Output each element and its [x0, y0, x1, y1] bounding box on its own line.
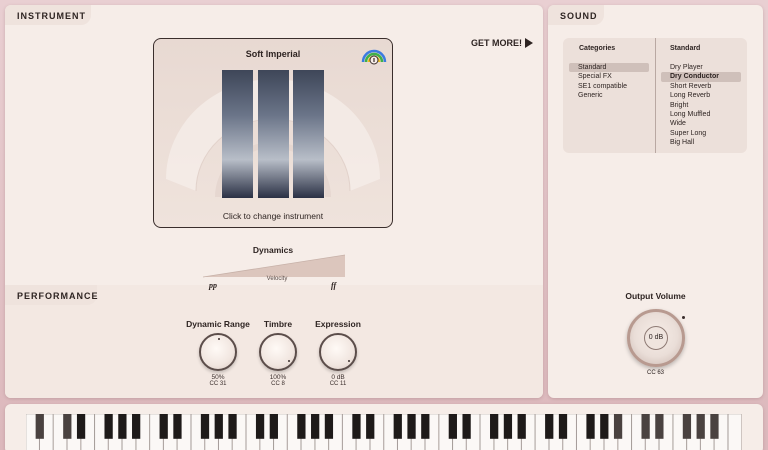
preset-item[interactable]: Short Reverb — [661, 82, 741, 91]
preset-item[interactable]: Long Reverb — [661, 91, 741, 100]
expression-title: Expression — [315, 319, 361, 329]
column-divider — [655, 38, 656, 153]
black-key[interactable] — [710, 414, 719, 439]
black-key[interactable] — [407, 414, 416, 439]
black-key[interactable] — [641, 414, 650, 439]
black-key[interactable] — [200, 414, 210, 439]
preset-list: Dry Player Dry Conductor Short Reverb Long … — [661, 63, 741, 148]
expression-value: 0 dB — [331, 374, 345, 381]
black-key[interactable] — [159, 414, 168, 439]
preset-item[interactable]: Wide — [661, 119, 741, 128]
black-key[interactable] — [118, 414, 127, 439]
instrument-image-panel — [222, 70, 253, 198]
black-key[interactable] — [586, 414, 595, 439]
black-key[interactable] — [490, 414, 499, 439]
instrument-panel: INSTRUMENT GET MORE! Soft Imperial Click… — [5, 5, 543, 398]
black-key[interactable] — [63, 414, 72, 439]
tab-sound[interactable]: SOUND — [548, 5, 604, 25]
black-key[interactable] — [600, 414, 609, 439]
black-key[interactable] — [173, 414, 182, 439]
preset-item[interactable]: Long Muffled — [661, 110, 741, 119]
expression-knob[interactable] — [319, 333, 357, 371]
output-volume-indicator — [682, 316, 685, 319]
black-key[interactable] — [545, 414, 554, 439]
category-item[interactable]: Special FX — [569, 72, 649, 81]
preset-browser: Categories Standard Standard Special FX SE… — [563, 38, 747, 153]
rainbow-info-icon[interactable] — [361, 44, 387, 66]
instrument-selector[interactable]: Soft Imperial Click to change instrument — [153, 38, 393, 228]
black-key[interactable] — [324, 414, 334, 439]
category-item[interactable]: Generic — [569, 91, 649, 100]
output-volume-value: 0 dB — [644, 326, 668, 350]
black-key[interactable] — [517, 414, 526, 439]
black-key[interactable] — [613, 414, 623, 439]
black-key[interactable] — [228, 414, 237, 439]
sound-panel: SOUND Categories Standard Standard Specia… — [548, 5, 763, 398]
white-key[interactable] — [728, 414, 742, 450]
black-key[interactable] — [352, 414, 361, 439]
black-key[interactable] — [558, 414, 568, 439]
piano-panel — [5, 404, 763, 450]
preset-item[interactable]: Dry Conductor — [661, 72, 741, 82]
velocity-curve[interactable] — [203, 251, 345, 279]
output-volume-cc: CC 63 — [646, 370, 664, 376]
black-key[interactable] — [255, 414, 265, 439]
categories-header: Categories — [579, 45, 616, 52]
black-key[interactable] — [269, 414, 278, 439]
tab-instrument[interactable]: INSTRUMENT — [5, 5, 91, 25]
instrument-image-panel — [258, 70, 289, 198]
pp-label: pp — [209, 281, 217, 290]
instrument-image-panel — [293, 70, 324, 198]
category-item[interactable]: Standard — [569, 63, 649, 73]
output-volume-label: Output Volume — [625, 291, 686, 301]
tab-performance[interactable]: PERFORMANCE — [5, 285, 98, 305]
change-instrument-hint: Click to change instrument — [222, 211, 324, 221]
category-item[interactable]: SE1 compatible — [569, 82, 649, 91]
black-key[interactable] — [76, 414, 86, 439]
preset-item[interactable]: Super Long — [661, 129, 741, 138]
presets-header: Standard — [670, 45, 701, 52]
get-more-button[interactable]: GET MORE! — [471, 38, 533, 48]
black-key[interactable] — [421, 414, 430, 439]
preset-item[interactable]: Bright — [661, 101, 741, 110]
black-key[interactable] — [297, 414, 306, 439]
black-key[interactable] — [366, 414, 375, 439]
ff-label: ff — [331, 281, 337, 290]
black-key[interactable] — [655, 414, 664, 439]
black-key[interactable] — [503, 414, 513, 439]
get-more-label: GET MORE! — [471, 38, 522, 48]
black-key[interactable] — [35, 414, 44, 439]
black-key[interactable] — [448, 414, 457, 439]
timbre-knob[interactable] — [259, 333, 297, 371]
black-key[interactable] — [682, 414, 692, 439]
velocity-label: Velocity — [266, 276, 288, 282]
black-key[interactable] — [393, 414, 402, 439]
preset-item[interactable]: Big Hall — [661, 138, 741, 147]
black-key[interactable] — [104, 414, 113, 439]
play-arrow-icon — [525, 38, 533, 48]
black-key[interactable] — [696, 414, 705, 439]
black-key[interactable] — [462, 414, 471, 439]
output-volume-knob[interactable]: 0 dB — [627, 309, 685, 367]
expression-cc: CC 11 — [329, 381, 347, 387]
piano-keyboard[interactable] — [26, 414, 742, 450]
black-key[interactable] — [311, 414, 320, 439]
category-list: Standard Special FX SE1 compatible Generic — [569, 63, 649, 101]
instrument-name: Soft Imperial — [245, 49, 301, 59]
black-key[interactable] — [132, 414, 141, 439]
expression-control: Expression 0 dB CC 11 — [303, 319, 373, 387]
preset-item[interactable]: Dry Player — [661, 63, 741, 72]
black-key[interactable] — [214, 414, 223, 439]
dynamic-range-knob[interactable] — [199, 333, 237, 371]
